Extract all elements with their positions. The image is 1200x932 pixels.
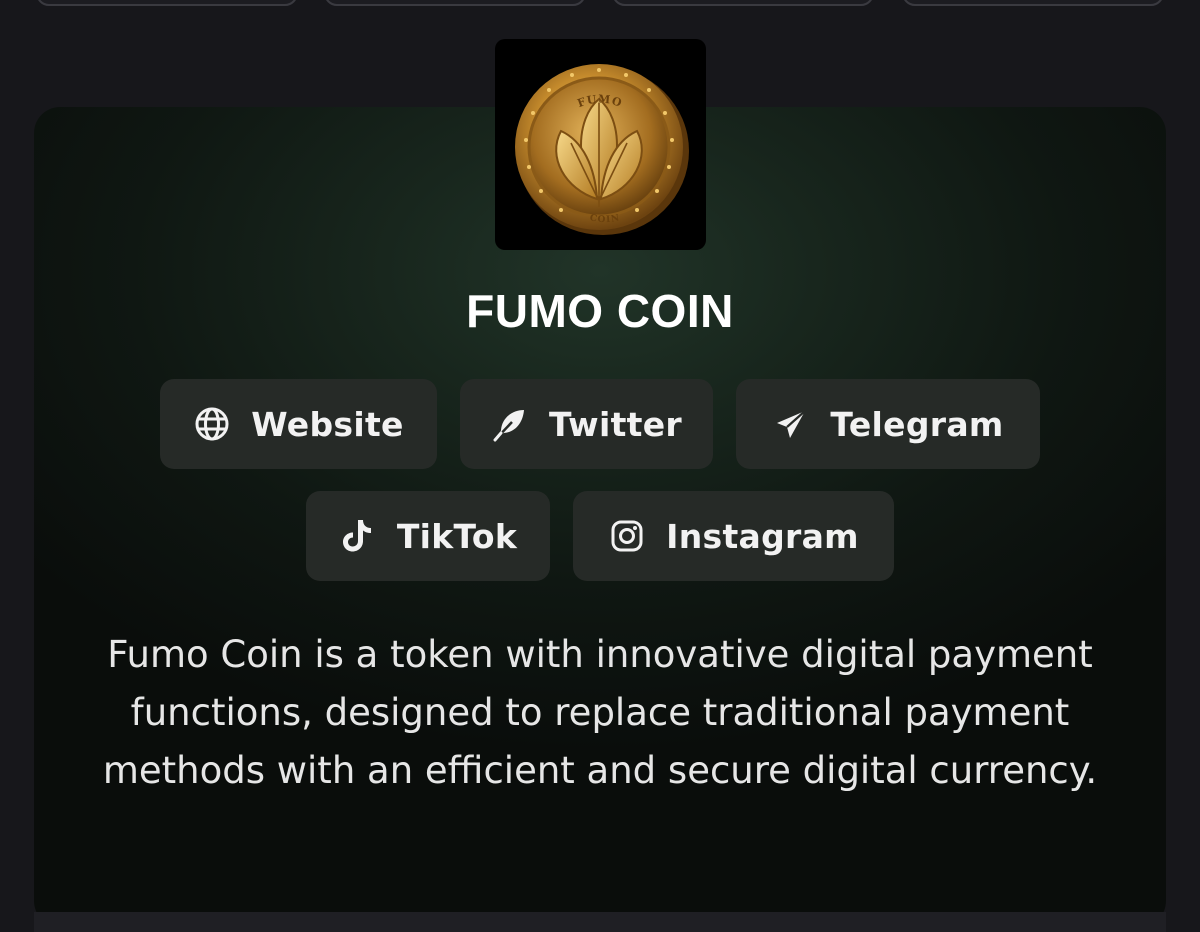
tiktok-button[interactable]: TikTok bbox=[306, 491, 550, 581]
instagram-label: Instagram bbox=[666, 516, 859, 556]
website-button[interactable]: Website bbox=[160, 379, 437, 469]
coin-logo-image: FUMO COIN bbox=[515, 64, 689, 235]
instagram-icon bbox=[608, 517, 646, 555]
top-tab[interactable] bbox=[36, 0, 298, 6]
top-tab[interactable] bbox=[612, 0, 874, 6]
globe-icon bbox=[193, 405, 231, 443]
top-tab[interactable] bbox=[902, 0, 1164, 6]
project-logo: FUMO COIN bbox=[495, 39, 706, 250]
project-description: Fumo Coin is a token with innovative dig… bbox=[102, 633, 1098, 792]
project-title: FUMO COIN bbox=[466, 285, 734, 337]
feather-icon bbox=[491, 405, 529, 443]
twitter-label: Twitter bbox=[549, 404, 682, 444]
twitter-button[interactable]: Twitter bbox=[460, 379, 713, 469]
paper-plane-icon bbox=[772, 405, 810, 443]
card-footer-strip bbox=[34, 912, 1166, 932]
tiktok-label: TikTok bbox=[396, 516, 518, 556]
top-tab[interactable] bbox=[324, 0, 586, 6]
top-tab-strip bbox=[0, 0, 1200, 6]
website-label: Website bbox=[251, 404, 404, 444]
instagram-button[interactable]: Instagram bbox=[573, 491, 894, 581]
tiktok-icon bbox=[339, 517, 377, 555]
telegram-button[interactable]: Telegram bbox=[736, 379, 1040, 469]
telegram-label: Telegram bbox=[830, 404, 1004, 444]
